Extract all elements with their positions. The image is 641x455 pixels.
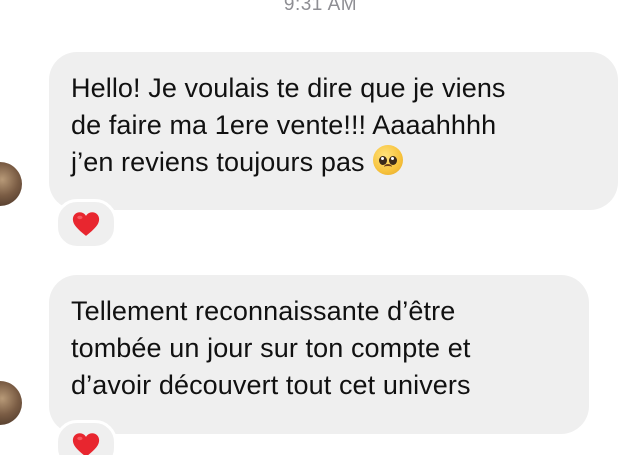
- message-timestamp: 9:31 AM: [283, 0, 358, 15]
- message-text-line: Tellement reconnaissante d’être: [71, 296, 456, 326]
- message-text-line: tombée un jour sur ton compte et: [71, 333, 471, 363]
- message-text-line: de faire ma 1ere vente!!! Aaaahhhh: [71, 110, 497, 140]
- message-bubble[interactable]: Hello! Je voulais te dire que je viens d…: [49, 52, 618, 210]
- heart-icon: [72, 212, 100, 236]
- heart-icon: [72, 433, 100, 455]
- message-text-line-with-emoji: j’en reviens toujours pas: [71, 144, 598, 181]
- sender-avatar[interactable]: [0, 381, 22, 425]
- message-text: j’en reviens toujours pas: [71, 147, 365, 177]
- message-bubble[interactable]: Tellement reconnaissante d’être tombée u…: [49, 275, 589, 434]
- sender-avatar[interactable]: [0, 162, 22, 206]
- chat-thread: 9:31 AM Hello! Je voulais te dire que je…: [0, 0, 641, 455]
- message-text-line: Hello! Je voulais te dire que je viens: [71, 73, 506, 103]
- reaction-badge[interactable]: [55, 420, 117, 455]
- message-text-line: d’avoir découvert tout cet univers: [71, 370, 471, 400]
- reaction-badge[interactable]: [55, 199, 117, 249]
- pleading-face-icon: [372, 145, 403, 175]
